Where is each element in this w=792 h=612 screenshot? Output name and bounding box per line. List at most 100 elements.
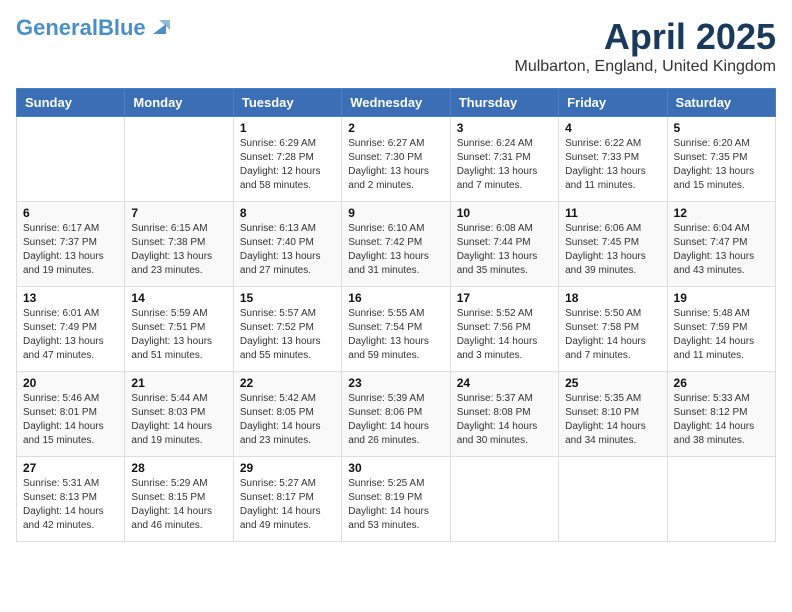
calendar-cell: 24 Sunrise: 5:37 AM Sunset: 8:08 PM Dayli…: [450, 372, 558, 457]
calendar-cell: 13Sunrise: 6:01 AM Sunset: 7:49 PM Dayli…: [17, 287, 125, 372]
cell-content: Sunrise: 6:17 AM Sunset: 7:37 PM Dayligh…: [23, 222, 118, 278]
logo-blue: Blue: [98, 15, 146, 40]
day-number: 15: [240, 291, 335, 305]
calendar-cell: 19Sunrise: 5:48 AM Sunset: 7:59 PM Dayli…: [667, 287, 775, 372]
cell-content: Sunrise: 6:20 AM Sunset: 7:35 PM Dayligh…: [674, 137, 769, 193]
calendar-cell: 26 Sunrise: 5:33 AM Sunset: 8:12 PM Dayli…: [667, 372, 775, 457]
day-number: 18: [565, 291, 660, 305]
weekday-saturday: Saturday: [667, 89, 775, 117]
calendar-cell: 2 Sunrise: 6:27 AM Sunset: 7:30 PM Daylig…: [342, 117, 450, 202]
calendar-cell: 16 Sunrise: 5:55 AM Sunset: 7:54 PM Dayli…: [342, 287, 450, 372]
day-number: 12: [674, 206, 769, 220]
calendar-cell: 17Sunrise: 5:52 AM Sunset: 7:56 PM Dayli…: [450, 287, 558, 372]
calendar-cell: 7Sunrise: 6:15 AM Sunset: 7:38 PM Daylig…: [125, 202, 233, 287]
cell-content: Sunrise: 5:27 AM Sunset: 8:17 PM Dayligh…: [240, 477, 335, 533]
day-number: 28: [131, 461, 226, 475]
cell-content: Sunrise: 5:48 AM Sunset: 7:59 PM Dayligh…: [674, 307, 769, 363]
cell-content: Sunrise: 6:29 AM Sunset: 7:28 PM Dayligh…: [240, 137, 335, 193]
calendar-cell: 15 Sunrise: 5:57 AM Sunset: 7:52 PM Dayli…: [233, 287, 341, 372]
day-number: 16: [348, 291, 443, 305]
calendar-cell: 10 Sunrise: 6:08 AM Sunset: 7:44 PM Dayli…: [450, 202, 558, 287]
day-number: 27: [23, 461, 118, 475]
day-number: 22: [240, 376, 335, 390]
day-number: 23: [348, 376, 443, 390]
day-number: 24: [457, 376, 552, 390]
day-number: 2: [348, 121, 443, 135]
logo-general: General: [16, 15, 98, 40]
calendar-table: SundayMondayTuesdayWednesdayThursdayFrid…: [16, 88, 776, 542]
calendar-cell: 20 Sunrise: 5:46 AM Sunset: 8:01 PM Dayli…: [17, 372, 125, 457]
logo-text: GeneralBlue: [16, 17, 146, 39]
cell-content: Sunrise: 5:50 AM Sunset: 7:58 PM Dayligh…: [565, 307, 660, 363]
day-number: 14: [131, 291, 226, 305]
day-number: 25: [565, 376, 660, 390]
location: Mulbarton, England, United Kingdom: [515, 58, 777, 76]
calendar-cell: [125, 117, 233, 202]
calendar-cell: [559, 457, 667, 542]
calendar-cell: 9 Sunrise: 6:10 AM Sunset: 7:42 PM Daylig…: [342, 202, 450, 287]
cell-content: Sunrise: 6:08 AM Sunset: 7:44 PM Dayligh…: [457, 222, 552, 278]
day-number: 8: [240, 206, 335, 220]
calendar-cell: 12Sunrise: 6:04 AM Sunset: 7:47 PM Dayli…: [667, 202, 775, 287]
cell-content: Sunrise: 6:13 AM Sunset: 7:40 PM Dayligh…: [240, 222, 335, 278]
cell-content: Sunrise: 5:46 AM Sunset: 8:01 PM Dayligh…: [23, 392, 118, 448]
weekday-sunday: Sunday: [17, 89, 125, 117]
calendar-cell: 22Sunrise: 5:42 AM Sunset: 8:05 PM Dayli…: [233, 372, 341, 457]
calendar-cell: 11 Sunrise: 6:06 AM Sunset: 7:45 PM Dayli…: [559, 202, 667, 287]
day-number: 17: [457, 291, 552, 305]
calendar-cell: 27 Sunrise: 5:31 AM Sunset: 8:13 PM Dayli…: [17, 457, 125, 542]
calendar-week-3: 13Sunrise: 6:01 AM Sunset: 7:49 PM Dayli…: [17, 287, 776, 372]
cell-content: Sunrise: 6:06 AM Sunset: 7:45 PM Dayligh…: [565, 222, 660, 278]
cell-content: Sunrise: 6:24 AM Sunset: 7:31 PM Dayligh…: [457, 137, 552, 193]
calendar-header: SundayMondayTuesdayWednesdayThursdayFrid…: [17, 89, 776, 117]
day-number: 4: [565, 121, 660, 135]
cell-content: Sunrise: 6:10 AM Sunset: 7:42 PM Dayligh…: [348, 222, 443, 278]
calendar-week-2: 6 Sunrise: 6:17 AM Sunset: 7:37 PM Daylig…: [17, 202, 776, 287]
month-title: April 2025: [515, 16, 777, 58]
cell-content: Sunrise: 5:37 AM Sunset: 8:08 PM Dayligh…: [457, 392, 552, 448]
cell-content: Sunrise: 5:29 AM Sunset: 8:15 PM Dayligh…: [131, 477, 226, 533]
calendar-cell: 4 Sunrise: 6:22 AM Sunset: 7:33 PM Daylig…: [559, 117, 667, 202]
cell-content: Sunrise: 6:22 AM Sunset: 7:33 PM Dayligh…: [565, 137, 660, 193]
cell-content: Sunrise: 5:57 AM Sunset: 7:52 PM Dayligh…: [240, 307, 335, 363]
day-number: 13: [23, 291, 118, 305]
calendar-cell: 5 Sunrise: 6:20 AM Sunset: 7:35 PM Daylig…: [667, 117, 775, 202]
cell-content: Sunrise: 5:31 AM Sunset: 8:13 PM Dayligh…: [23, 477, 118, 533]
cell-content: Sunrise: 5:33 AM Sunset: 8:12 PM Dayligh…: [674, 392, 769, 448]
cell-content: Sunrise: 6:15 AM Sunset: 7:38 PM Dayligh…: [131, 222, 226, 278]
cell-content: Sunrise: 5:55 AM Sunset: 7:54 PM Dayligh…: [348, 307, 443, 363]
calendar-cell: 1 Sunrise: 6:29 AM Sunset: 7:28 PM Daylig…: [233, 117, 341, 202]
day-number: 11: [565, 206, 660, 220]
calendar-cell: 28 Sunrise: 5:29 AM Sunset: 8:15 PM Dayli…: [125, 457, 233, 542]
day-number: 1: [240, 121, 335, 135]
day-number: 21: [131, 376, 226, 390]
day-number: 29: [240, 461, 335, 475]
calendar-cell: 21Sunrise: 5:44 AM Sunset: 8:03 PM Dayli…: [125, 372, 233, 457]
logo: GeneralBlue: [16, 16, 170, 40]
cell-content: Sunrise: 5:59 AM Sunset: 7:51 PM Dayligh…: [131, 307, 226, 363]
day-number: 5: [674, 121, 769, 135]
day-number: 26: [674, 376, 769, 390]
calendar-cell: 18 Sunrise: 5:50 AM Sunset: 7:58 PM Dayli…: [559, 287, 667, 372]
calendar-cell: 30Sunrise: 5:25 AM Sunset: 8:19 PM Dayli…: [342, 457, 450, 542]
cell-content: Sunrise: 5:25 AM Sunset: 8:19 PM Dayligh…: [348, 477, 443, 533]
day-number: 6: [23, 206, 118, 220]
calendar-cell: [450, 457, 558, 542]
day-number: 9: [348, 206, 443, 220]
weekday-header-row: SundayMondayTuesdayWednesdayThursdayFrid…: [17, 89, 776, 117]
title-section: April 2025 Mulbarton, England, United Ki…: [515, 16, 777, 76]
calendar-cell: 14 Sunrise: 5:59 AM Sunset: 7:51 PM Dayli…: [125, 287, 233, 372]
page-header: GeneralBlue April 2025 Mulbarton, Englan…: [16, 16, 776, 76]
day-number: 20: [23, 376, 118, 390]
calendar-cell: [17, 117, 125, 202]
weekday-monday: Monday: [125, 89, 233, 117]
day-number: 10: [457, 206, 552, 220]
weekday-thursday: Thursday: [450, 89, 558, 117]
calendar-cell: 23Sunrise: 5:39 AM Sunset: 8:06 PM Dayli…: [342, 372, 450, 457]
calendar-body: 1 Sunrise: 6:29 AM Sunset: 7:28 PM Daylig…: [17, 117, 776, 542]
cell-content: Sunrise: 6:27 AM Sunset: 7:30 PM Dayligh…: [348, 137, 443, 193]
weekday-tuesday: Tuesday: [233, 89, 341, 117]
calendar-week-4: 20 Sunrise: 5:46 AM Sunset: 8:01 PM Dayli…: [17, 372, 776, 457]
calendar-cell: 3Sunrise: 6:24 AM Sunset: 7:31 PM Daylig…: [450, 117, 558, 202]
calendar-cell: 25Sunrise: 5:35 AM Sunset: 8:10 PM Dayli…: [559, 372, 667, 457]
